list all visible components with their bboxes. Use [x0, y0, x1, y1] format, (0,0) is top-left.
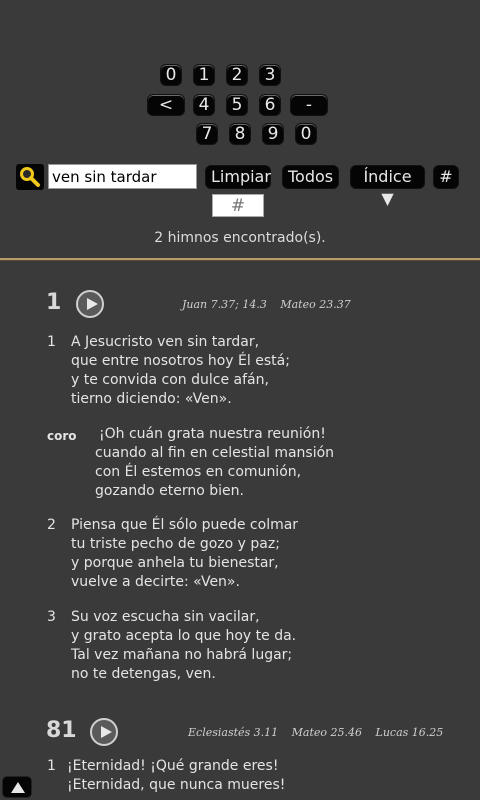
verse-line: y te convida con dulce afán, — [71, 372, 269, 388]
key-4[interactable]: 4 — [193, 94, 215, 116]
results-count: 2 himnos encontrado(s). — [154, 230, 326, 246]
index-dropdown[interactable]: Índice ▼ — [350, 165, 425, 208]
stanza-number: 1 — [47, 758, 56, 774]
verse-line: tu triste pecho de gozo y paz; — [71, 536, 280, 552]
verse-line: Su voz escucha sin vacilar, — [71, 609, 260, 625]
scroll-up-icon[interactable] — [2, 776, 32, 798]
verse-line: ¡Eternidad, que nunca mueres! — [67, 777, 286, 793]
play-icon[interactable] — [90, 718, 118, 746]
search-toolbar: Limpiar Todos Índice ▼ # — [0, 162, 480, 208]
stanza-number: 1 — [47, 334, 56, 350]
chorus: coro ¡Oh cuán grata nuestra reunión! cua… — [47, 425, 467, 501]
stanza-number: 3 — [47, 609, 56, 625]
scripture-ref: Lucas 16.25 — [375, 726, 444, 739]
search-button[interactable] — [16, 164, 44, 190]
key-dash[interactable]: - — [290, 94, 328, 116]
verse-line: con Él estemos en comunión, — [95, 464, 302, 480]
verse-line: A Jesucristo ven sin tardar, — [71, 334, 260, 350]
verse-line: ¡Eternidad! ¡Qué grande eres! — [67, 758, 279, 774]
all-button[interactable]: Todos — [282, 165, 339, 189]
search-icon — [20, 167, 40, 187]
hymn-header: 81 Eclesiastés 3.11 Mateo 25.46 Lucas 16… — [0, 716, 480, 750]
key-backspace[interactable]: < — [147, 94, 185, 116]
key-5[interactable]: 5 — [226, 94, 248, 116]
hymn-number: 81 — [46, 718, 77, 743]
verse-line: que entre nosotros hoy Él está; — [71, 353, 290, 369]
verse-line: cuando al fin en celestial mansión — [95, 445, 335, 461]
key-2[interactable]: 2 — [226, 64, 248, 86]
play-icon[interactable] — [76, 290, 104, 318]
divider — [0, 258, 480, 261]
clear-button[interactable]: Limpiar — [205, 165, 271, 189]
verse-line: Piensa que Él sólo puede colmar — [71, 517, 299, 533]
search-input[interactable] — [48, 164, 197, 189]
key-0-bottom[interactable]: 0 — [295, 123, 317, 145]
hymn-number: 1 — [46, 290, 62, 315]
key-8[interactable]: 8 — [229, 123, 251, 145]
stanza: 3 Su voz escucha sin vacilar, y grato ac… — [47, 608, 467, 684]
verse-line: vuelve a decirte: «Ven». — [71, 574, 240, 590]
key-7[interactable]: 7 — [196, 123, 218, 145]
scripture-ref: Mateo 25.46 — [291, 726, 363, 739]
verse-line: y porque anhela tu bienestar, — [71, 555, 279, 571]
stanza: 2 Piensa que Él sólo puede colmar tu tri… — [47, 516, 467, 592]
key-1[interactable]: 1 — [193, 64, 215, 86]
scripture-ref: Mateo 23.37 — [280, 298, 351, 311]
stanza: 1 ¡Eternidad! ¡Qué grande eres! ¡Eternid… — [47, 757, 467, 795]
key-9[interactable]: 9 — [262, 123, 284, 145]
key-0[interactable]: 0 — [160, 64, 182, 86]
chorus-label: coro — [47, 429, 77, 443]
verse-line: y grato acepta lo que hoy te da. — [71, 628, 297, 644]
verse-line: tierno diciendo: «Ven». — [71, 391, 232, 407]
hash-button[interactable]: # — [433, 165, 459, 189]
stanza: 1 A Jesucristo ven sin tardar, que entre… — [47, 333, 467, 409]
scripture-refs: Eclesiastés 3.11 Mateo 25.46 Lucas 16.25 — [188, 726, 443, 739]
scripture-refs: Juan 7.37; 14.3 Mateo 23.37 — [182, 298, 351, 311]
scripture-ref: Juan 7.37; 14.3 — [182, 298, 267, 311]
verse-line: no te detengas, ven. — [71, 666, 216, 682]
stanza-number: 2 — [47, 517, 56, 533]
key-3[interactable]: 3 — [259, 64, 281, 86]
scripture-ref: Eclesiastés 3.11 — [188, 726, 279, 739]
verse-line: gozando eterno bien. — [95, 483, 244, 499]
verse-line: Tal vez mañana no habrá lugar; — [71, 647, 293, 663]
hymn-number-input[interactable] — [212, 194, 264, 217]
verse-line: ¡Oh cuán grata nuestra reunión! — [99, 426, 326, 442]
hymn-header: 1 Juan 7.37; 14.3 Mateo 23.37 — [0, 288, 480, 322]
key-6[interactable]: 6 — [259, 94, 281, 116]
